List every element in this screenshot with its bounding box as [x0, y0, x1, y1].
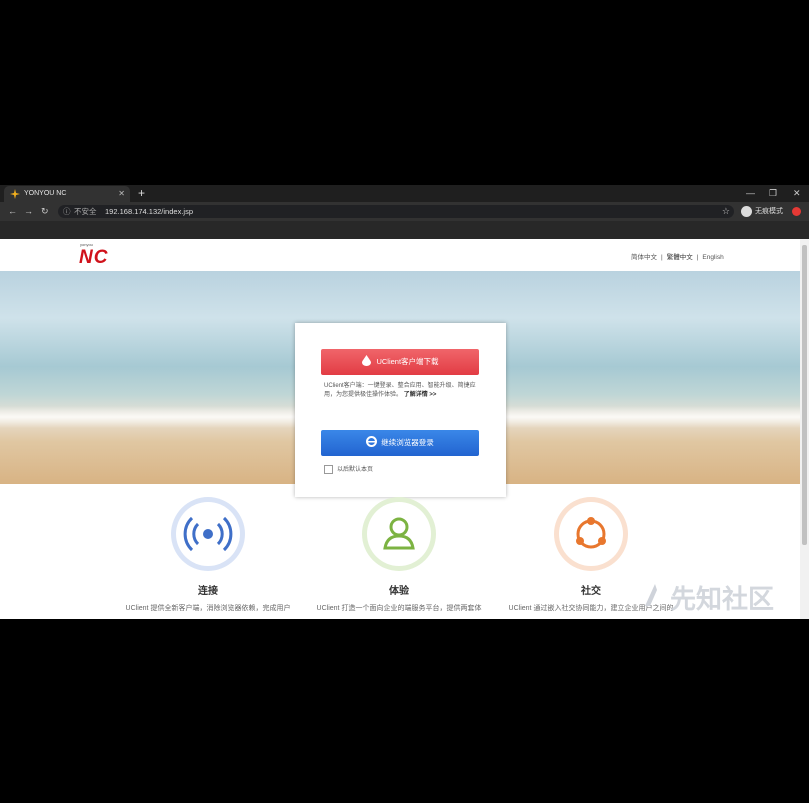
- forward-icon[interactable]: →: [24, 202, 33, 221]
- learn-more-link[interactable]: 了解详情 >>: [404, 392, 437, 398]
- browser-tab[interactable]: YONYOU NC ✕: [4, 186, 130, 202]
- lang-separator: |: [661, 254, 663, 261]
- feature-experience: 体验 UClient 打造一个面向企业的端服务平台，提供两套体: [304, 497, 494, 613]
- xianzhi-watermark-logo-icon: [645, 584, 657, 606]
- browser-window: YONYOU NC ✕ + — ❐ ✕ ← → ↻ ⓘ 不安全 192.168.…: [0, 185, 809, 619]
- url-text[interactable]: 192.168.174.132/index.jsp: [105, 205, 193, 218]
- nc-logo: NC: [79, 247, 109, 268]
- ie-browser-icon: [366, 436, 378, 447]
- experience-circle: [362, 497, 436, 571]
- vertical-scrollbar[interactable]: [800, 239, 809, 619]
- login-panel: UClient客户端下载 UClient客户端：一键登录、整合应用、智能升级、简…: [295, 323, 506, 497]
- uclient-download-button[interactable]: UClient客户端下载: [321, 349, 479, 375]
- tab-title: YONYOU NC: [24, 190, 67, 197]
- browser-login-button[interactable]: 继续浏览器登录: [321, 430, 479, 456]
- feature-text: UClient 打造一个面向企业的端服务平台，提供两套体: [316, 605, 482, 612]
- language-switcher: 简体中文 | 繁體中文 | English: [629, 251, 726, 261]
- incognito-label: 无痕模式: [755, 208, 783, 215]
- security-status: 不安全: [74, 207, 97, 216]
- remember-label: 以后默认本页: [337, 467, 374, 473]
- watermark-text: 先知社区: [670, 584, 775, 614]
- feature-connect: 连接 UClient 提供全新客户端，消除浏览器依赖，完成用户: [113, 497, 303, 613]
- wireless-signal-icon: [183, 516, 233, 552]
- connect-circle-inner: [176, 502, 240, 566]
- lang-traditional-chinese[interactable]: 繁體中文: [667, 254, 693, 261]
- bookmark-star-icon[interactable]: ☆: [722, 205, 730, 218]
- share-network-icon: [576, 517, 606, 549]
- feature-title: 体验: [389, 586, 409, 597]
- new-tab-button[interactable]: +: [138, 185, 145, 202]
- tab-close-icon[interactable]: ✕: [118, 186, 125, 202]
- info-icon[interactable]: ⓘ: [63, 205, 71, 218]
- feature-title: 连接: [198, 586, 218, 597]
- bookmarks-bar: [0, 221, 809, 239]
- remember-checkbox[interactable]: [324, 465, 333, 474]
- desc-text: UClient客户端：一键登录、整合应用、智能升级、简捷应用，为您提供极佳操作体…: [324, 383, 476, 398]
- close-window-icon[interactable]: ✕: [793, 185, 801, 202]
- beach-banner: UClient客户端下载 UClient客户端：一键登录、整合应用、智能升级、简…: [0, 271, 800, 497]
- maximize-icon[interactable]: ❐: [769, 185, 777, 202]
- feature-text: UClient 提供全新客户端，消除浏览器依赖，完成用户: [125, 605, 291, 612]
- tab-strip: YONYOU NC ✕ + — ❐ ✕: [0, 185, 809, 202]
- web-page: yonyou NC 简体中文 | 繁體中文 | English UClient客户端下载…: [0, 239, 800, 619]
- incognito-icon: [741, 205, 752, 217]
- incognito-indicator[interactable]: 无痕模式: [741, 205, 783, 218]
- user-icon: [383, 517, 415, 550]
- browser-toolbar: ← → ↻ ⓘ 不安全 192.168.174.132/index.jsp ☆ …: [0, 202, 809, 221]
- lang-simplified-chinese[interactable]: 简体中文: [631, 254, 657, 261]
- reload-icon[interactable]: ↻: [41, 202, 49, 221]
- social-circle: [554, 497, 628, 571]
- address-bar[interactable]: ⓘ 不安全 192.168.174.132/index.jsp ☆: [58, 205, 734, 218]
- uclient-drop-icon: [362, 355, 372, 366]
- back-icon[interactable]: ←: [8, 202, 17, 221]
- experience-circle-inner: [367, 502, 431, 566]
- lang-english[interactable]: English: [702, 254, 723, 261]
- download-label: UClient客户端下载: [376, 357, 439, 366]
- uclient-description: UClient客户端：一键登录、整合应用、智能升级、简捷应用，为您提供极佳操作体…: [324, 382, 479, 400]
- connect-circle: [171, 497, 245, 571]
- social-circle-inner: [559, 502, 623, 566]
- lang-separator: |: [696, 254, 699, 261]
- scrollbar-thumb[interactable]: [802, 245, 807, 545]
- browser-login-label: 继续浏览器登录: [381, 438, 434, 447]
- extension-icon[interactable]: [792, 207, 801, 216]
- yonyou-favicon-icon: [10, 189, 20, 199]
- minimize-icon[interactable]: —: [746, 185, 755, 202]
